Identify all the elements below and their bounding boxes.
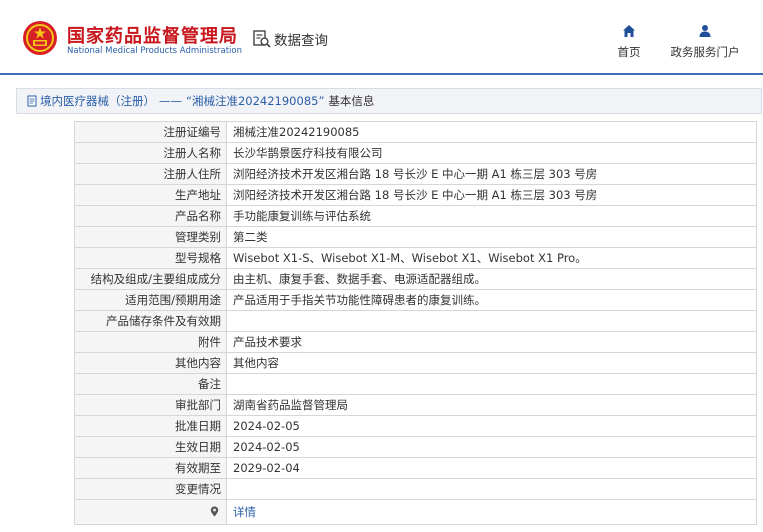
row-label: 生产地址 <box>74 184 227 206</box>
row-value <box>226 373 757 395</box>
row-label: 适用范围/预期用途 <box>74 289 227 311</box>
row-value: 第二类 <box>226 226 757 248</box>
map-pin-icon <box>210 506 219 517</box>
row-value: 手功能康复训练与评估系统 <box>226 205 757 227</box>
table-row: 产品名称 手功能康复训练与评估系统 <box>74 205 757 227</box>
row-label: 其他内容 <box>74 352 227 374</box>
row-label: 注册人名称 <box>74 142 227 164</box>
nav-service-portal-label: 政务服务门户 <box>670 45 740 59</box>
row-label: 变更情况 <box>74 478 227 500</box>
row-label: 有效期至 <box>74 457 227 479</box>
document-icon <box>27 95 37 107</box>
row-label: 批准日期 <box>74 415 227 437</box>
table-row: 生产地址 浏阳经济技术开发区湘台路 18 号长沙 E 中心一期 A1 栋三层 30… <box>74 184 757 206</box>
table-row: 结构及组成/主要组成成分 由主机、康复手套、数据手套、电源适配器组成。 <box>74 268 757 290</box>
row-value: 详情 <box>226 499 757 525</box>
breadcrumb-separator: —— <box>159 94 182 108</box>
row-label: 结构及组成/主要组成成分 <box>74 268 227 290</box>
table-row: 注册证编号 湘械注准20242190085 <box>74 121 757 143</box>
row-value: Wisebot X1-S、Wisebot X1-M、Wisebot X1、Wis… <box>226 247 757 269</box>
table-row: 备注 <box>74 373 757 395</box>
breadcrumb-quote-close: ” <box>318 94 325 108</box>
table-row: 审批部门 湖南省药品监督管理局 <box>74 394 757 416</box>
row-value: 2024-02-05 <box>226 436 757 458</box>
row-label: 生效日期 <box>74 436 227 458</box>
row-value: 浏阳经济技术开发区湘台路 18 号长沙 E 中心一期 A1 栋三层 303 号房 <box>226 163 757 185</box>
site-subtitle: National Medical Products Administration <box>67 46 242 56</box>
row-label: 注册证编号 <box>74 121 227 143</box>
nav-service-portal[interactable]: 政务服务门户 <box>666 24 744 60</box>
row-value: 湖南省药品监督管理局 <box>226 394 757 416</box>
site-header: 国家药品监督管理局 National Medical Products Admi… <box>0 0 763 75</box>
nav-home[interactable]: 首页 <box>612 24 646 60</box>
row-label: 型号规格 <box>74 247 227 269</box>
breadcrumb-suffix: 基本信息 <box>328 94 375 108</box>
data-query-link[interactable]: 数据查询 <box>252 29 328 49</box>
row-value: 2024-02-05 <box>226 415 757 437</box>
breadcrumb-section-link[interactable]: 境内医疗器械（注册） <box>40 93 155 109</box>
table-row: 注册人住所 浏阳经济技术开发区湘台路 18 号长沙 E 中心一期 A1 栋三层 3… <box>74 163 757 185</box>
row-label: 附件 <box>74 331 227 353</box>
table-row: 详情 <box>74 499 757 525</box>
data-query-label: 数据查询 <box>274 33 328 49</box>
row-label: 备注 <box>74 373 227 395</box>
breadcrumb-reg-number: 湘械注准20242190085 <box>191 94 319 108</box>
breadcrumb: 境内医疗器械（注册） —— “ 湘械注准20242190085 ” 基本信息 <box>16 88 762 114</box>
row-value: 湘械注准20242190085 <box>226 121 757 143</box>
row-value: 浏阳经济技术开发区湘台路 18 号长沙 E 中心一期 A1 栋三层 303 号房 <box>226 184 757 206</box>
row-value: 产品适用于手指关节功能性障碍患者的康复训练。 <box>226 289 757 311</box>
table-row: 产品储存条件及有效期 <box>74 310 757 332</box>
row-label: 注册人住所 <box>74 163 227 185</box>
row-label: 管理类别 <box>74 226 227 248</box>
nav-home-label: 首页 <box>617 45 641 59</box>
table-row: 注册人名称 长沙华鹊景医疗科技有限公司 <box>74 142 757 164</box>
table-row: 管理类别 第二类 <box>74 226 757 248</box>
row-label: 审批部门 <box>74 394 227 416</box>
table-row: 变更情况 <box>74 478 757 500</box>
row-value <box>226 478 757 500</box>
details-link[interactable]: 详情 <box>233 505 256 519</box>
table-row: 有效期至 2029-02-04 <box>74 457 757 479</box>
user-icon <box>699 25 711 37</box>
row-value: 长沙华鹊景医疗科技有限公司 <box>226 142 757 164</box>
table-row: 型号规格 Wisebot X1-S、Wisebot X1-M、Wisebot X1… <box>74 247 757 269</box>
row-value: 产品技术要求 <box>226 331 757 353</box>
row-label: 产品储存条件及有效期 <box>74 310 227 332</box>
site-title[interactable]: 国家药品监督管理局 <box>67 22 238 48</box>
home-icon <box>623 25 635 37</box>
row-value: 其他内容 <box>226 352 757 374</box>
header-divider <box>0 73 763 75</box>
table-row: 适用范围/预期用途 产品适用于手指关节功能性障碍患者的康复训练。 <box>74 289 757 311</box>
row-value: 2029-02-04 <box>226 457 757 479</box>
row-label: 产品名称 <box>74 205 227 227</box>
table-row: 批准日期 2024-02-05 <box>74 415 757 437</box>
table-row: 生效日期 2024-02-05 <box>74 436 757 458</box>
registration-detail-table: 注册证编号 湘械注准20242190085 注册人名称 长沙华鹊景医疗科技有限公司 … <box>74 121 757 525</box>
table-row: 其他内容 其他内容 <box>74 352 757 374</box>
table-row: 附件 产品技术要求 <box>74 331 757 353</box>
row-label <box>74 499 227 525</box>
national-emblem-icon <box>23 21 57 55</box>
data-search-icon <box>253 30 271 48</box>
row-value: 由主机、康复手套、数据手套、电源适配器组成。 <box>226 268 757 290</box>
row-value <box>226 310 757 332</box>
